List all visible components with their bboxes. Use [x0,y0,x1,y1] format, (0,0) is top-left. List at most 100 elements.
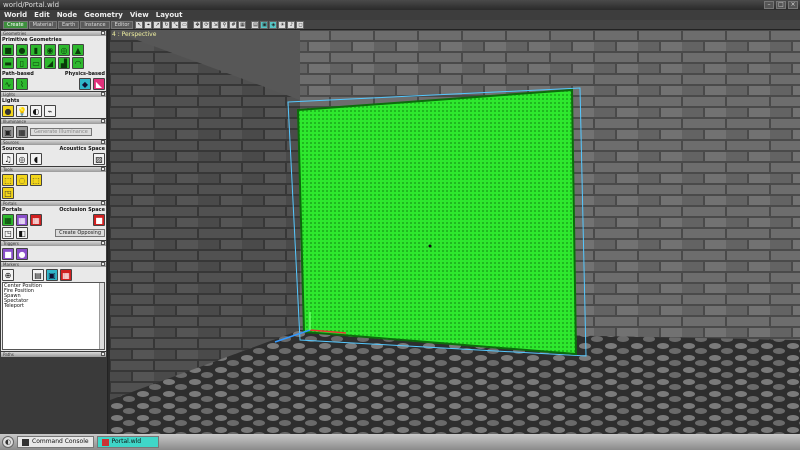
section-tools[interactable]: Tools [1,167,106,172]
portal-icon[interactable]: ▦ [2,214,14,226]
select-scale-icon[interactable]: ⤡ [171,20,180,29]
marker-grid-icon[interactable]: ▦ [60,269,72,281]
spot-light-icon[interactable]: ◐ [30,105,42,117]
sound-icon[interactable]: ♪ [287,20,296,29]
tab-material[interactable]: Material [28,20,57,29]
menu-geometry[interactable]: Geometry [84,11,123,19]
portal-occluder-icon[interactable]: ▦ [16,214,28,226]
maximize-button[interactable]: □ [776,1,786,9]
tab-editor[interactable]: Editor [110,20,134,29]
snap-icon[interactable]: # [229,20,238,29]
light-volume-icon[interactable]: ▦ [16,126,28,138]
path-extrude-icon[interactable]: ⌇ [16,78,28,90]
bulb-light-icon[interactable]: 💡 [16,105,28,117]
section-sources[interactable]: Sources [1,140,106,145]
path-curve-icon[interactable]: ∿ [2,78,14,90]
physics-shape-icon[interactable]: ◆ [79,78,91,90]
section-triggers[interactable]: Triggers [1,241,106,246]
close-button[interactable]: × [788,1,798,9]
list-item[interactable]: Teleport [4,304,103,309]
rotate-icon[interactable]: ⟳ [202,20,211,29]
marker-cube-icon[interactable]: ▣ [46,269,58,281]
stairs-icon[interactable]: ▟ [58,57,70,69]
tab-instance[interactable]: Instance [80,20,110,29]
pointer-icon[interactable]: ↖ [135,20,144,29]
info-icon[interactable]: ◻ [296,20,305,29]
dome-icon[interactable]: ◉ [44,44,56,56]
portal-blocker-icon[interactable]: ▦ [30,214,42,226]
cylinder-icon[interactable]: ▮ [30,44,42,56]
portal-link-icon[interactable]: ◳ [2,227,14,239]
sources-labels: Sources Acoustics Space [2,146,105,152]
tool-node-icon[interactable]: ◳ [2,187,14,199]
ambient-source-icon[interactable]: ◎ [16,153,28,165]
trigger-sphere-icon[interactable]: ● [16,248,28,260]
taskbar-item-portal-wld[interactable]: Portal.wld [96,436,159,448]
physics-ragdoll-icon[interactable]: ◣ [93,78,105,90]
speaker-source-icon[interactable]: ◖ [30,153,42,165]
view-icon[interactable]: ◈ [269,20,278,29]
select-move-icon[interactable]: ↗ [153,20,162,29]
portal-node-icon[interactable]: ◧ [16,227,28,239]
create-opposing-button[interactable]: Create Opposing [55,229,105,237]
select-icon[interactable]: ⌖ [144,20,153,29]
menu-node[interactable]: Node [57,11,77,19]
section-geometries[interactable]: Geometries [1,31,106,36]
torus-icon[interactable]: ◎ [58,44,70,56]
start-button[interactable]: ◐ [2,436,14,448]
scene-render[interactable] [110,30,800,434]
plane-icon[interactable]: ▭ [30,57,42,69]
sound-source-icon[interactable]: ♫ [2,153,14,165]
tool-box-icon[interactable]: ⬚ [2,174,14,186]
select-rotate-icon[interactable]: ↻ [162,20,171,29]
tab-create[interactable]: Create [3,20,28,29]
marker-list-icon[interactable]: ▤ [32,269,44,281]
markers-list[interactable]: Center Position Fire Position Spawn Spec… [2,282,105,350]
section-paths[interactable]: Paths [1,352,106,357]
tube-icon[interactable]: ▯ [16,57,28,69]
tab-earth[interactable]: Earth [57,20,80,29]
marker-crosshair-icon[interactable]: ⊕ [2,269,14,281]
scale-icon[interactable]: ⇲ [211,20,220,29]
menu-view[interactable]: View [130,11,149,19]
generate-illuminance-button[interactable]: Generate Illuminance [30,128,92,136]
arch-icon[interactable]: ◠ [72,57,84,69]
markers-scrollbar[interactable] [99,283,104,349]
occlusion-space-icon[interactable]: ■ [93,214,105,226]
capsule-icon[interactable]: ▬ [2,57,14,69]
section-markers[interactable]: Markers [1,262,106,267]
minimize-button[interactable]: – [764,1,774,9]
tool-frame-icon[interactable]: ⬚ [30,174,42,186]
light-icon[interactable]: ☀ [278,20,287,29]
menu-layout[interactable]: Layout [156,11,183,19]
perspective-viewport[interactable]: 4 : Perspective [110,30,800,434]
section-portals[interactable]: Portals [1,201,106,206]
world-file-icon [101,438,109,446]
box-icon[interactable]: ■ [2,44,14,56]
camera-icon[interactable]: ▣ [260,20,269,29]
console-icon [22,438,29,446]
move-icon[interactable]: ✥ [193,20,202,29]
menu-edit[interactable]: Edit [34,11,50,19]
cone-icon[interactable]: ▲ [72,44,84,56]
layers-icon[interactable]: ▤ [251,20,260,29]
create-panel: Geometries Primitive Geometries ■ ● ▮ ◉ … [0,30,108,434]
portal-surface[interactable] [296,88,578,356]
taskbar-item-command-console[interactable]: Command Console [17,436,94,448]
select-region-icon[interactable]: ▭ [180,20,189,29]
light-probe-icon[interactable]: ▣ [2,126,14,138]
zoom-icon[interactable]: ⚲ [220,20,229,29]
acoustics-space-icon[interactable]: ▨ [93,153,105,165]
omni-light-icon[interactable]: ● [2,105,14,117]
wedge-icon[interactable]: ◢ [44,57,56,69]
menu-world[interactable]: World [4,11,27,19]
grid-icon[interactable]: ▦ [238,20,247,29]
sphere-icon[interactable]: ● [16,44,28,56]
section-lights[interactable]: Lights [1,92,106,97]
trigger-box-icon[interactable]: ■ [2,248,14,260]
toolbar: Create Material Earth Instance Editor ↖ … [0,20,800,30]
section-illuminance[interactable]: Illuminance [1,119,106,124]
window-title: world/Portal.wld [3,1,60,9]
tool-sphere-icon[interactable]: ◌ [16,174,28,186]
proj-light-icon[interactable]: ⌁ [44,105,56,117]
